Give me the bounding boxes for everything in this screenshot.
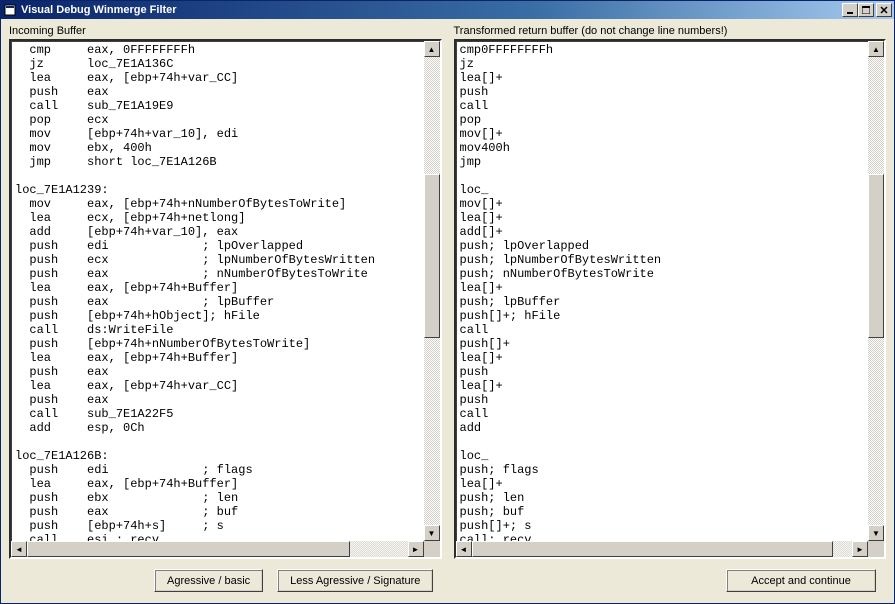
- scroll-track-h[interactable]: [472, 541, 853, 557]
- transformed-buffer-content[interactable]: cmp0FFFFFFFFh jz lea[]+ push call pop mo…: [456, 41, 869, 541]
- left-vertical-scrollbar[interactable]: ▲ ▼: [424, 41, 440, 541]
- maximize-button[interactable]: [858, 3, 874, 17]
- left-horizontal-scrollbar[interactable]: ◄ ►: [11, 541, 424, 557]
- window-title: Visual Debug Winmerge Filter: [21, 4, 842, 16]
- left-button-group: Agressive / basic Less Agressive / Signa…: [154, 569, 433, 595]
- scroll-track[interactable]: [424, 57, 440, 525]
- window-controls: [842, 3, 892, 17]
- right-button-group: Accept and continue: [726, 569, 876, 595]
- right-panel: Transformed return buffer (do not change…: [454, 25, 887, 559]
- incoming-buffer-textbox[interactable]: cmp eax, 0FFFFFFFFh jz loc_7E1A136C lea …: [9, 39, 442, 559]
- panels: Incoming Buffer cmp eax, 0FFFFFFFFh jz l…: [9, 25, 886, 559]
- transformed-buffer-textbox[interactable]: cmp0FFFFFFFFh jz lea[]+ push call pop mo…: [454, 39, 887, 559]
- scroll-up-icon[interactable]: ▲: [424, 41, 440, 57]
- right-horizontal-scrollbar[interactable]: ◄ ►: [456, 541, 869, 557]
- less-aggressive-signature-button[interactable]: Less Agressive / Signature: [277, 569, 433, 592]
- window: Visual Debug Winmerge Filter Incoming Bu…: [0, 0, 895, 604]
- scroll-thumb-h[interactable]: [27, 541, 350, 557]
- scroll-thumb[interactable]: [424, 174, 440, 338]
- left-panel-label: Incoming Buffer: [9, 25, 442, 37]
- scroll-thumb-h[interactable]: [472, 541, 833, 557]
- right-panel-label: Transformed return buffer (do not change…: [454, 25, 887, 37]
- scroll-thumb[interactable]: [868, 174, 884, 338]
- accept-and-continue-button[interactable]: Accept and continue: [726, 569, 876, 592]
- scroll-up-icon[interactable]: ▲: [868, 41, 884, 57]
- scroll-down-icon[interactable]: ▼: [424, 525, 440, 541]
- scroll-left-icon[interactable]: ◄: [11, 541, 27, 557]
- close-button[interactable]: [876, 3, 892, 17]
- scroll-corner: [424, 541, 440, 557]
- minimize-button[interactable]: [842, 3, 858, 17]
- aggressive-basic-button[interactable]: Agressive / basic: [154, 569, 263, 592]
- titlebar[interactable]: Visual Debug Winmerge Filter: [1, 1, 894, 19]
- scroll-track-h[interactable]: [27, 541, 408, 557]
- scroll-left-icon[interactable]: ◄: [456, 541, 472, 557]
- left-panel: Incoming Buffer cmp eax, 0FFFFFFFFh jz l…: [9, 25, 442, 559]
- scroll-right-icon[interactable]: ►: [852, 541, 868, 557]
- scroll-right-icon[interactable]: ►: [408, 541, 424, 557]
- scroll-corner: [868, 541, 884, 557]
- incoming-buffer-content[interactable]: cmp eax, 0FFFFFFFFh jz loc_7E1A136C lea …: [11, 41, 424, 541]
- client-area: Incoming Buffer cmp eax, 0FFFFFFFFh jz l…: [1, 19, 894, 603]
- app-icon: [3, 3, 17, 17]
- right-vertical-scrollbar[interactable]: ▲ ▼: [868, 41, 884, 541]
- scroll-down-icon[interactable]: ▼: [868, 525, 884, 541]
- scroll-track[interactable]: [868, 57, 884, 525]
- button-row: Agressive / basic Less Agressive / Signa…: [9, 569, 886, 595]
